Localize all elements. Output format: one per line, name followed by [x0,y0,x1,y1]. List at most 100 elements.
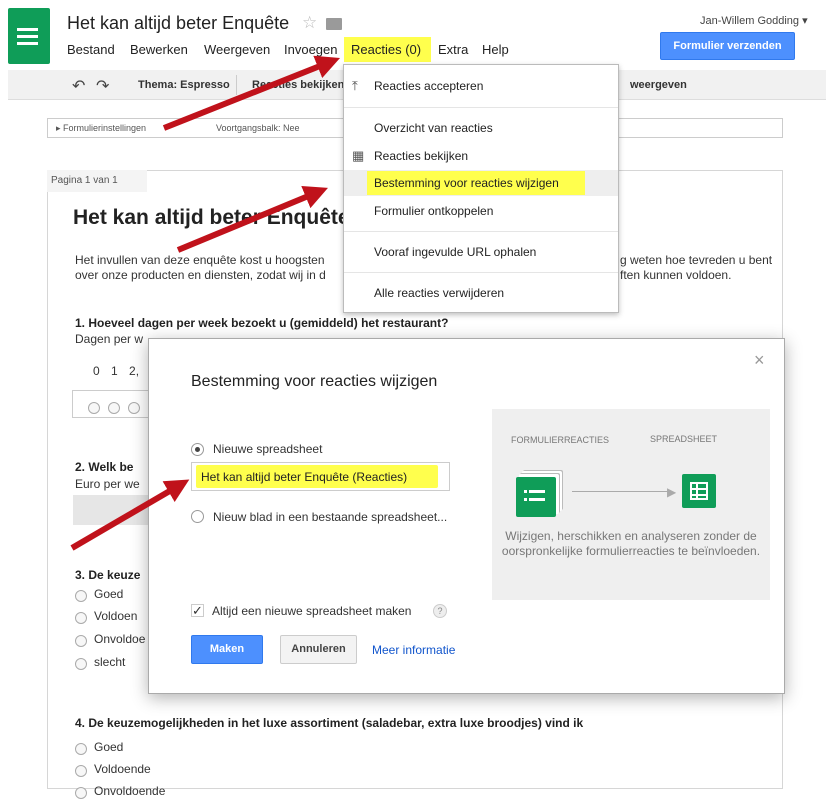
menu-divider [344,272,618,273]
cancel-button[interactable]: Annuleren [280,635,357,664]
app-header: Het kan altijd beter Enquête ☆ Jan-Wille… [0,0,826,70]
existing-spreadsheet-radio[interactable] [191,510,204,523]
reacties-dropdown-menu: ⤒ Reacties accepteren Overzicht van reac… [343,64,619,313]
option-label: Voldoende [94,762,151,776]
question-4[interactable]: 4. De keuzemogelijkheden in het luxe ass… [75,716,583,730]
new-spreadsheet-radio[interactable] [191,443,204,456]
folder-icon[interactable] [326,18,342,30]
always-new-checkbox[interactable]: ✓ [191,604,204,617]
list-line [20,28,38,31]
form-settings-toggle[interactable]: ▸ Formulierinstellingen [56,123,146,134]
intro-text: g weten hoe tevreden u bent [620,253,773,267]
form-title[interactable]: Het kan altijd beter Enquête [73,206,350,230]
redo-icon[interactable]: ↷ [96,76,109,96]
menu-item-overview[interactable]: Overzicht van reacties [344,115,618,141]
document-title[interactable]: Het kan altijd beter Enquête [67,13,289,34]
menu-invoegen[interactable]: Invoegen [284,42,338,57]
scale-radio[interactable] [88,402,100,414]
option-radio[interactable] [75,743,87,755]
menu-item-label: Overzicht van reacties [374,121,493,135]
answer-input[interactable] [73,495,149,525]
list-line [529,490,545,493]
option-radio[interactable] [75,612,87,624]
option-label: Goed [94,587,124,601]
list-line [20,42,38,45]
new-spreadsheet-label[interactable]: Nieuwe spreadsheet [213,442,322,456]
option-radio[interactable] [75,590,87,602]
close-icon[interactable]: × [754,350,765,371]
undo-icon[interactable]: ↶ [72,76,85,96]
grid-frame [690,482,708,500]
form-responses-icon [516,477,556,517]
option-label: slecht [94,655,126,669]
grid-line [696,482,698,500]
list-line [20,35,38,38]
scale-radio[interactable] [128,402,140,414]
menu-bestand[interactable]: Bestand [67,42,115,57]
list-bullet [524,490,527,493]
menu-item-label: Reacties accepteren [374,79,484,93]
theme-button[interactable]: Thema: Espresso [138,79,230,91]
toolbar-divider [236,75,237,95]
view-responses-button[interactable]: Reacties bekijken [252,79,344,91]
option-radio[interactable] [75,635,87,647]
page-indicator: Pagina 1 van 1 [47,170,147,192]
menu-reacties[interactable]: Reacties (0) [344,37,431,62]
toolbar-view-button[interactable]: weergeven [630,79,687,91]
help-icon[interactable]: ? [433,604,447,618]
option-radio[interactable] [75,658,87,670]
intro-text: Het invullen van deze enquête kost u hoo… [75,253,325,267]
menu-bewerken[interactable]: Bewerken [130,42,188,57]
question-1[interactable]: 1. Hoeveel dagen per week bezoekt u (gem… [75,316,448,330]
menu-item-unlink-form[interactable]: Formulier ontkoppelen [344,198,618,224]
arrow-right-icon: ▶ [667,485,677,499]
option-label: Goed [94,740,124,754]
option-label: Onvoldoende [94,784,166,798]
menu-item-label: Alle reacties verwijderen [374,286,505,300]
intro-text: ften kunnen voldoen. [620,268,732,282]
menu-weergeven[interactable]: Weergeven [204,42,270,57]
star-icon[interactable]: ☆ [302,13,317,33]
more-info-link[interactable]: Meer informatie [372,643,455,657]
question-2-help: Euro per we [75,477,140,491]
question-1-help: Dagen per w [75,332,144,346]
question-2[interactable]: 2. Welk be [75,460,133,474]
list-bullet [524,498,527,501]
menu-item-accept-responses[interactable]: ⤒ Reacties accepteren [344,73,618,99]
create-button[interactable]: Maken [191,635,263,664]
upload-icon: ⤒ [352,78,358,93]
user-account[interactable]: Jan-Willem Godding ▾ [700,14,808,27]
radio-selected-dot [195,447,200,452]
intro-text: over onze producten en diensten, zodat w… [75,268,326,282]
existing-spreadsheet-label[interactable]: Nieuw blad in een bestaande spreadsheet.… [213,510,447,524]
dialog-title: Bestemming voor reacties wijzigen [191,373,438,390]
progress-bar-setting: Voortgangsbalk: Nee [216,123,300,133]
menu-item-delete-all[interactable]: Alle reacties verwijderen [344,280,618,306]
option-radio[interactable] [75,765,87,777]
flow-connector [572,491,672,492]
menu-item-label: Formulier ontkoppelen [374,204,494,218]
menu-item-change-destination[interactable]: Bestemming voor reacties wijzigen [344,170,618,196]
option-label: Onvoldoe [94,632,146,646]
question-3[interactable]: 3. De keuze [75,568,140,582]
list-line [529,498,545,501]
spreadsheet-name-input[interactable]: Het kan altijd beter Enquête (Reacties) [191,462,450,491]
scale-labels: 0 1 2, [93,364,140,378]
spreadsheet-icon [682,474,716,508]
always-new-label[interactable]: Altijd een nieuwe spreadsheet maken [212,604,411,618]
send-form-button[interactable]: Formulier verzenden [660,32,795,60]
grid-line [690,488,708,490]
forms-app-icon[interactable] [8,8,50,64]
menu-item-label: Vooraf ingevulde URL ophalen [374,245,537,259]
table-icon: ▦ [352,148,365,163]
menu-divider [344,231,618,232]
spreadsheet-name-value: Het kan altijd beter Enquête (Reacties) [201,470,408,484]
menu-item-prefilled-url[interactable]: Vooraf ingevulde URL ophalen [344,239,618,265]
panel-description: Wijzigen, herschikken en analyseren zond… [501,529,761,558]
menu-extra[interactable]: Extra [438,42,468,57]
option-label: Voldoen [94,609,138,623]
scale-radio[interactable] [108,402,120,414]
grid-line [690,494,708,496]
menu-item-view-responses[interactable]: ▦ Reacties bekijken [344,143,618,169]
menu-help[interactable]: Help [482,42,509,57]
